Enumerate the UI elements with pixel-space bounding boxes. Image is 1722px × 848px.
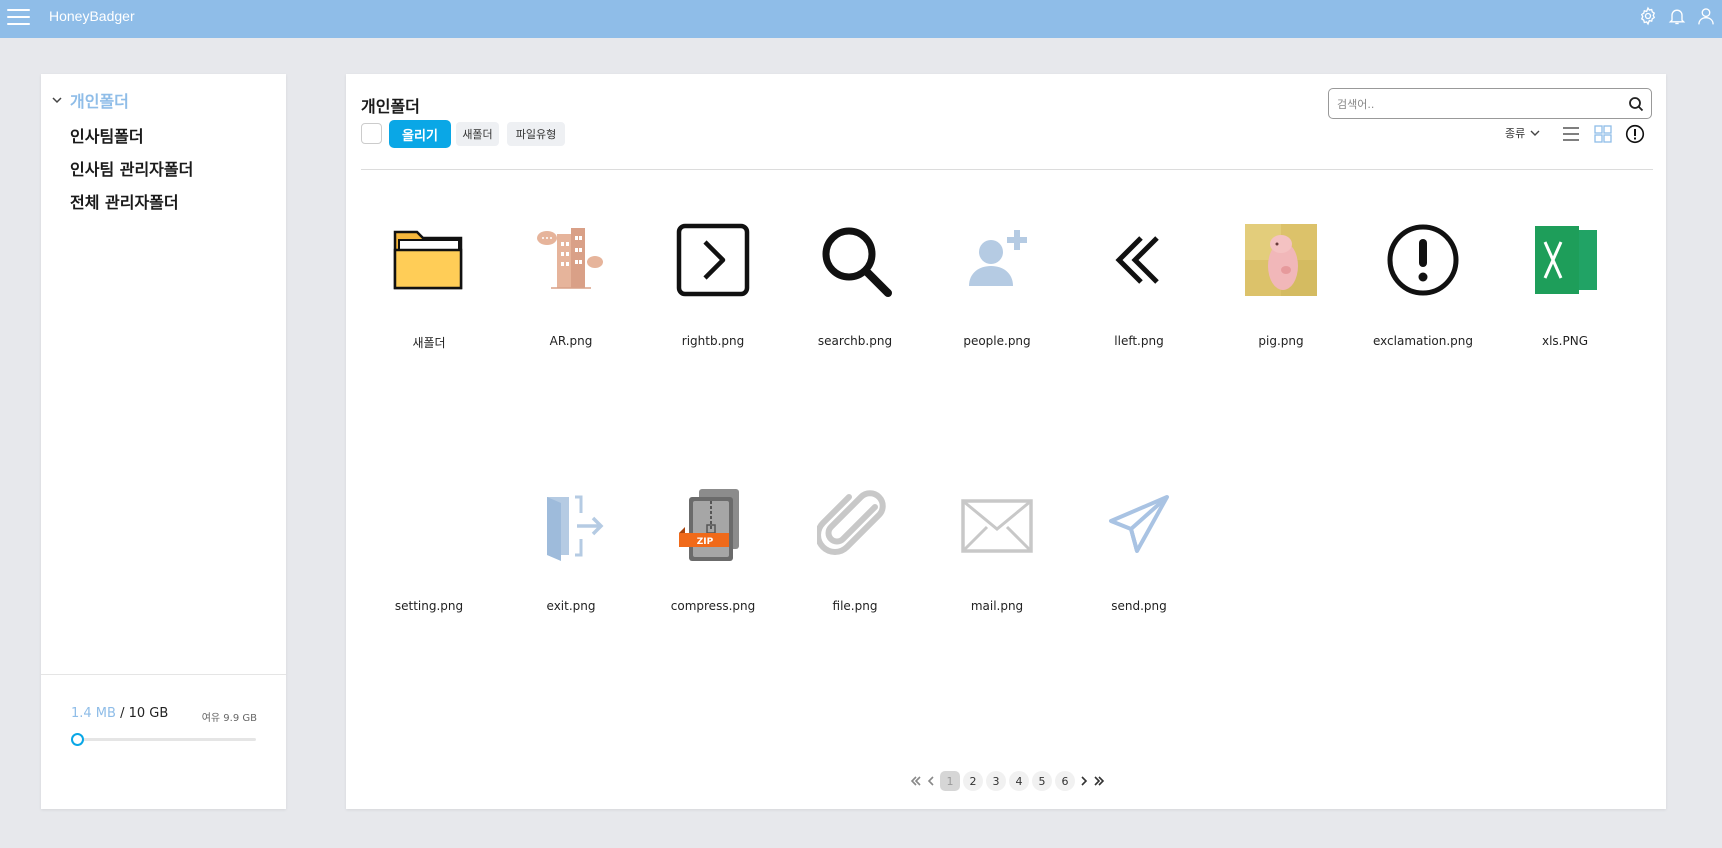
file-name: rightb.png (681, 334, 745, 348)
storage-total: 10 GB (128, 706, 169, 721)
file-name: lleft.png (1114, 334, 1164, 348)
file-name: compress.png (670, 599, 756, 613)
page-number[interactable]: 1 (940, 771, 960, 791)
folder-tree: 개인폴더 인사팀폴더 인사팀 관리자폴더 전체 관리자폴더 (51, 90, 193, 212)
folder-sidebar: 개인폴더 인사팀폴더 인사팀 관리자폴더 전체 관리자폴더 1.4 MB / 1… (41, 74, 286, 809)
file-name: file.png (832, 599, 878, 613)
folder-icon (393, 230, 463, 290)
exclamation-circle-icon (1387, 224, 1459, 296)
file-name: xls.PNG (1541, 334, 1588, 348)
file-browser-panel: 개인폴더 올리기 새폴더 파일유형 종류 새폴더 (346, 74, 1666, 809)
bell-icon[interactable] (1667, 6, 1687, 26)
storage-free: 여유 9.9 GB (201, 713, 257, 724)
file-item[interactable]: setting.png (359, 487, 499, 613)
page-number[interactable]: 3 (986, 771, 1006, 791)
add-person-icon (969, 230, 1027, 286)
file-item[interactable]: lleft.png (1069, 222, 1209, 348)
chevron-right-box-icon (676, 223, 750, 297)
paperclip-icon (817, 490, 886, 555)
file-name: people.png (963, 334, 1031, 348)
file-name: AR.png (549, 334, 593, 348)
search-icon (822, 227, 892, 297)
envelope-icon (961, 499, 1033, 553)
excel-icon (1535, 226, 1597, 294)
file-item[interactable]: 새폴더 (359, 222, 499, 351)
file-name: mail.png (970, 599, 1024, 613)
file-name: searchb.png (817, 334, 893, 348)
page-number[interactable]: 6 (1055, 771, 1075, 791)
storage-progress-handle[interactable] (71, 733, 84, 746)
file-item[interactable]: exclamation.png (1353, 222, 1493, 348)
first-page-icon[interactable] (910, 774, 922, 788)
file-name: exit.png (546, 599, 596, 613)
chevron-down-icon[interactable] (51, 94, 63, 106)
file-item[interactable]: rightb.png (643, 222, 783, 348)
file-item[interactable]: AR.png (501, 222, 641, 348)
file-item[interactable]: pig.png (1211, 222, 1351, 348)
hamburger-menu-icon[interactable] (7, 8, 30, 27)
page-number[interactable]: 2 (963, 771, 983, 791)
file-name: exclamation.png (1372, 334, 1474, 348)
storage-usage: 1.4 MB / 10 GB 여유 9.9 GB (41, 674, 286, 809)
last-page-icon[interactable] (1093, 774, 1105, 788)
user-icon[interactable] (1696, 6, 1716, 26)
file-item[interactable]: file.png (785, 487, 925, 613)
page-number[interactable]: 4 (1009, 771, 1029, 791)
file-item[interactable]: exit.png (501, 487, 641, 613)
building-image (537, 228, 603, 289)
top-bar: HoneyBadger (0, 0, 1722, 38)
pagination: 1 2 3 4 5 6 (910, 771, 1105, 791)
svg-text:ZIP: ZIP (697, 537, 714, 547)
page-number[interactable]: 5 (1032, 771, 1052, 791)
file-item[interactable]: xls.PNG (1495, 222, 1635, 348)
file-name: pig.png (1258, 334, 1304, 348)
file-item[interactable]: send.png (1069, 487, 1209, 613)
next-page-icon[interactable] (1078, 774, 1090, 788)
file-item[interactable]: people.png (927, 222, 1067, 348)
folder-tree-root-label: 개인폴더 (70, 92, 129, 111)
sidebar-item-hr-admin-folder[interactable]: 인사팀 관리자폴더 (70, 156, 193, 179)
storage-progress-track (71, 738, 256, 741)
file-name: setting.png (394, 599, 464, 613)
storage-separator: / (115, 706, 129, 721)
sidebar-item-all-admin-folder[interactable]: 전체 관리자폴더 (70, 189, 193, 212)
exit-door-icon (547, 495, 604, 561)
blank-image (391, 487, 467, 563)
file-item[interactable]: ZIP compress.png (643, 487, 783, 613)
file-grid: 새폴더 AR.png rightb.png searchb.png people… (346, 74, 1666, 694)
file-item[interactable]: searchb.png (785, 222, 925, 348)
file-item[interactable]: mail.png (927, 487, 1067, 613)
gear-icon[interactable] (1638, 6, 1658, 26)
storage-used: 1.4 MB (71, 706, 116, 721)
zip-archive-icon: ZIP (679, 489, 739, 561)
storage-text: 1.4 MB / 10 GB (71, 706, 168, 721)
file-name: 새폴더 (412, 336, 446, 350)
paper-plane-icon (1109, 495, 1169, 553)
pig-image (1245, 224, 1317, 296)
folder-tree-root[interactable]: 개인폴더 (51, 90, 193, 111)
app-title: HoneyBadger (49, 8, 135, 24)
file-name: send.png (1111, 599, 1167, 613)
sidebar-item-hr-folder[interactable]: 인사팀폴더 (70, 123, 193, 146)
double-chevron-left-icon (1115, 236, 1159, 284)
prev-page-icon[interactable] (925, 774, 937, 788)
